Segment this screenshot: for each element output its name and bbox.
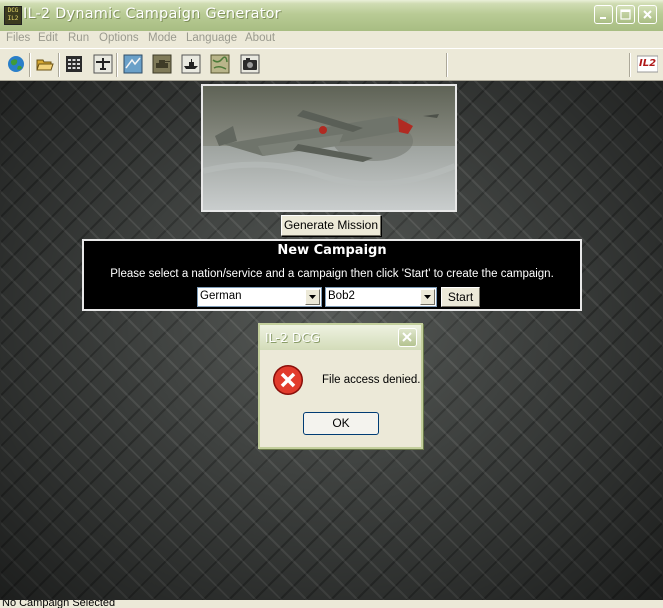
toolbar-separator (58, 53, 60, 77)
toolbar-separator (446, 53, 448, 77)
menu-options[interactable]: Options (99, 32, 139, 44)
menu-bar: Files Edit Run Options Mode Language Abo… (0, 31, 663, 48)
campaign-dropdown-button[interactable] (420, 289, 435, 305)
il2-logo-text: IL2 (639, 58, 657, 69)
tank-button[interactable] (152, 54, 172, 74)
ok-button[interactable]: OK (303, 412, 379, 435)
aircraft-button[interactable] (93, 54, 113, 74)
panel-title: New Campaign (277, 243, 387, 258)
satellite-map-icon (210, 54, 230, 74)
map-button[interactable] (123, 54, 143, 74)
start-button[interactable]: Start (441, 287, 480, 307)
campaign-select[interactable]: Bob2 (325, 287, 437, 307)
menu-edit[interactable]: Edit (38, 32, 58, 44)
aircraft-icon (93, 54, 113, 74)
error-icon (273, 365, 303, 395)
close-button[interactable] (638, 5, 657, 24)
globe-tool-button[interactable] (6, 54, 26, 74)
ship-icon (181, 54, 201, 74)
toolbar-separator (29, 53, 31, 77)
dialog-message: File access denied. (322, 374, 421, 386)
campaign-select-value: Bob2 (328, 290, 355, 302)
minimize-button[interactable] (594, 5, 613, 24)
error-dialog: IL-2 DCG File access denied. OK (258, 323, 423, 449)
toolbar-separator (629, 53, 631, 77)
nation-select-value: German (200, 290, 242, 302)
generate-mission-button[interactable]: Generate Mission (281, 215, 381, 236)
menu-mode[interactable]: Mode (148, 32, 177, 44)
open-folder-icon (36, 59, 54, 71)
globe-icon (8, 56, 24, 72)
dialog-title-bar[interactable]: IL-2 DCG (260, 325, 421, 350)
dialog-close-button[interactable] (398, 328, 417, 347)
chevron-down-icon (424, 295, 431, 299)
chevron-down-icon (309, 295, 316, 299)
nation-dropdown-button[interactable] (305, 289, 320, 305)
close-icon (643, 10, 652, 19)
app-icon-text: DCG IL2 (7, 7, 19, 22)
menu-about[interactable]: About (245, 32, 275, 44)
open-folder-button[interactable] (35, 54, 55, 74)
app-logo-icon[interactable]: DCG IL2 (4, 6, 22, 25)
il2-logo: IL2 (636, 54, 659, 74)
aircraft-photo (201, 84, 457, 212)
title-bar[interactable]: DCG IL2 IL-2 Dynamic Campaign Generator (0, 0, 663, 32)
nation-select[interactable]: German (197, 287, 322, 307)
aircraft-image (203, 86, 455, 210)
map-icon (123, 54, 143, 74)
toolbar-separator (116, 53, 118, 77)
ship-button[interactable] (181, 54, 201, 74)
minimize-icon (600, 17, 606, 19)
new-campaign-panel: New Campaign Please select a nation/serv… (82, 239, 582, 311)
maximize-icon (620, 9, 631, 20)
panel-instructions: Please select a nation/service and a cam… (110, 268, 554, 280)
calendar-icon (66, 56, 82, 72)
menu-files[interactable]: Files (6, 32, 30, 44)
camera-button[interactable] (240, 54, 260, 74)
tank-icon (152, 54, 172, 74)
menu-run[interactable]: Run (68, 32, 89, 44)
calendar-button[interactable] (64, 54, 84, 74)
maximize-button[interactable] (616, 5, 635, 24)
status-bar: No Campaign Selected (0, 600, 663, 608)
camera-icon (240, 54, 260, 74)
status-text: No Campaign Selected (2, 600, 116, 608)
toolbar: IL2 (0, 48, 663, 81)
dialog-title: IL-2 DCG (265, 330, 320, 345)
menu-language[interactable]: Language (186, 32, 237, 44)
satellite-map-button[interactable] (210, 54, 230, 74)
window-title: IL-2 Dynamic Campaign Generator (23, 6, 281, 22)
close-icon (402, 332, 412, 342)
